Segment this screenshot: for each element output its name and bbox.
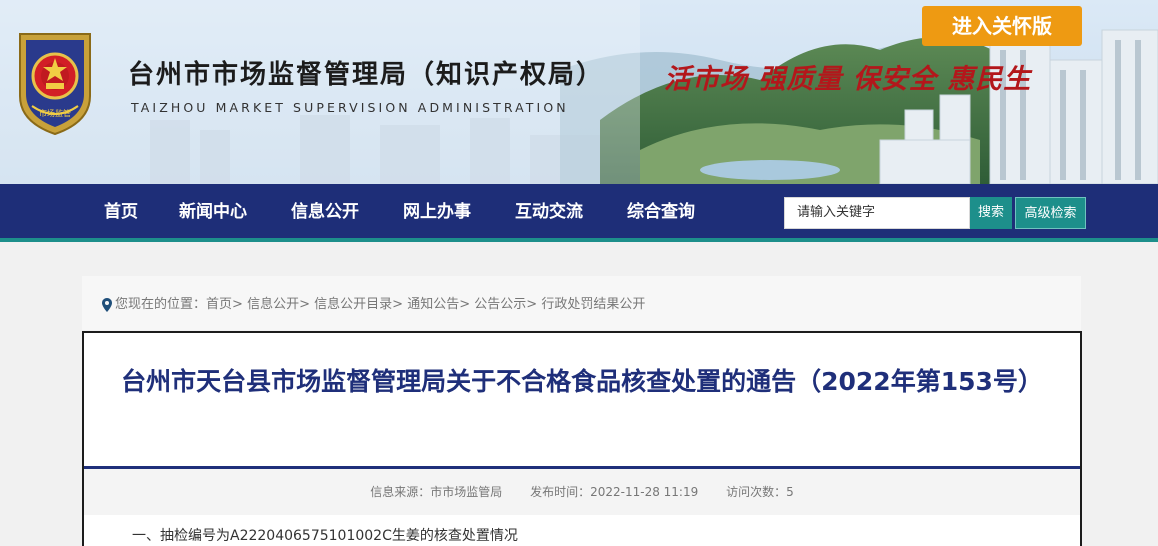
search-button[interactable]: 搜索: [970, 197, 1012, 229]
nav-item-info-disclosure[interactable]: 信息公开: [291, 184, 359, 238]
care-mode-button[interactable]: 进入关怀版: [922, 6, 1082, 46]
article-meta: 信息来源：市市场监管局 发布时间：2022-11-28 11:19 访问次数：5: [84, 469, 1080, 515]
breadcrumb-separator: >: [459, 297, 471, 312]
breadcrumb-notices[interactable]: 通知公告: [407, 297, 459, 312]
main-nav: 首页 新闻中心 信息公开 网上办事 互动交流 综合查询 请输入关键字 搜索 高级…: [0, 184, 1158, 242]
article-panel: 台州市天台县市场监督管理局关于不合格食品核查处置的通告（2022年第153号） …: [82, 331, 1082, 546]
svg-text:市场监管: 市场监管: [39, 108, 71, 118]
article-body-first-line: 一、抽检编号为A2220406575101002C生姜的核查处置情况: [132, 528, 518, 544]
article-view-count: 访问次数：5: [726, 485, 794, 499]
nav-item-interaction[interactable]: 互动交流: [515, 184, 583, 238]
breadcrumb-announcements[interactable]: 公告公示: [474, 297, 526, 312]
breadcrumb-separator: >: [232, 297, 243, 312]
site-header-banner: 市场监管 台州市市场监督管理局（知识产权局） TAIZHOU MARKET SU…: [0, 0, 1158, 184]
advanced-search-button[interactable]: 高级检索: [1015, 197, 1086, 229]
nav-item-news[interactable]: 新闻中心: [179, 184, 247, 238]
site-title-cn: 台州市市场监督管理局（知识产权局）: [128, 60, 605, 90]
location-pin-icon: [102, 297, 112, 312]
search-input[interactable]: 请输入关键字: [784, 197, 970, 229]
nav-item-online-services[interactable]: 网上办事: [403, 184, 471, 238]
article-source: 信息来源：市市场监管局: [370, 485, 503, 499]
market-supervision-emblem: 市场监管: [19, 33, 91, 136]
breadcrumb-separator: >: [392, 297, 404, 312]
breadcrumb-info-catalog[interactable]: 信息公开目录: [314, 297, 392, 312]
article-publish-time: 发布时间：2022-11-28 11:19: [530, 485, 699, 499]
site-slogan: 活市场 强质量 保安全 惠民生: [664, 64, 1032, 95]
breadcrumb-penalty-results[interactable]: 行政处罚结果公开: [541, 297, 645, 312]
breadcrumb: 您现在的位置：首页> 信息公开> 信息公开目录> 通知公告> 公告公示> 行政处…: [82, 276, 1081, 330]
breadcrumb-home[interactable]: 首页: [206, 297, 232, 312]
breadcrumb-prefix: 您现在的位置：: [115, 297, 207, 312]
article-title: 台州市天台县市场监督管理局关于不合格食品核查处置的通告（2022年第153号）: [121, 367, 1043, 396]
site-title-en: TAIZHOU MARKET SUPERVISION ADMINISTRATIO…: [131, 100, 569, 115]
nav-item-query[interactable]: 综合查询: [627, 184, 695, 238]
breadcrumb-separator: >: [526, 297, 538, 312]
nav-item-home[interactable]: 首页: [104, 184, 138, 238]
breadcrumb-separator: >: [299, 297, 310, 312]
breadcrumb-info-disclosure[interactable]: 信息公开: [247, 297, 299, 312]
